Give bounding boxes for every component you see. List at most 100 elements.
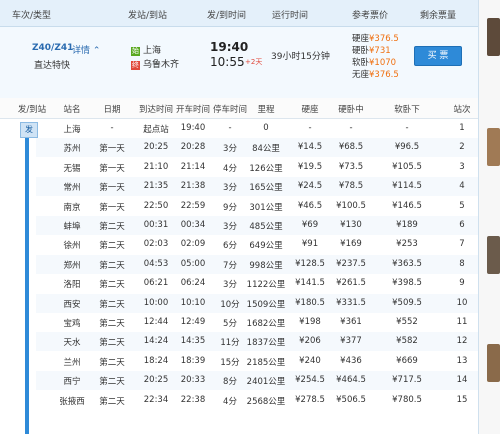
from-station: 始上海 [131,46,162,56]
stop-station: 常州 [63,183,81,194]
stop-distance: 1509公里 [246,299,286,310]
stop-soft-sleeper: ¥253 [396,239,418,250]
stop-soft-sleeper: ¥363.5 [392,258,422,269]
stop-day: 第一天 [99,144,125,155]
stop-depart: 14:35 [180,336,206,347]
stop-arrive: 22:50 [143,200,169,211]
thumbnail-image[interactable] [487,128,500,166]
arrive-time: 10:55 [210,55,245,69]
depart-time: 19:40 [210,40,249,54]
stop-hard-sleeper: ¥78.5 [338,181,364,192]
table-row: 宝鸡 第二天 12:44 12:49 5分 1682公里 ¥198 ¥361 ¥552 11 [36,313,478,332]
thumbnail-image[interactable] [487,236,500,274]
table-row: 蚌埠 第二天 00:31 00:34 3分 485公里 ¥69 ¥130 ¥189 6 [36,216,478,235]
stop-no: 11 [456,317,468,327]
table-row: 无锡 第一天 21:10 21:14 4分 126公里 ¥19.5 ¥73.5 ¥105.5 3 [36,158,478,177]
stop-no: 1 [459,123,465,133]
stop-arrive: 14:24 [143,336,169,347]
stop-day: 第二天 [99,377,125,388]
duration: 39小时15分钟 [271,52,330,62]
stop-depart: 12:49 [180,317,206,327]
table-row: 苏州 第一天 20:25 20:28 3分 84公里 ¥14.5 ¥68.5 ¥96.5 2 [36,138,478,158]
stop-depart: 20:33 [180,375,206,386]
stop-stop: 6分 [223,241,237,252]
stop-depart: 00:34 [180,220,206,230]
stop-stop: 9分 [223,202,237,213]
stop-depart: 10:10 [180,297,206,308]
stop-day: 第二天 [99,357,125,368]
end-tag-icon: 终 [131,61,140,70]
stop-arrive: 起点站 [143,125,169,135]
table-row: 洛阳 第二天 06:21 06:24 3分 1122公里 ¥141.5 ¥261.5 ¥398.… [36,274,478,293]
stop-depart: 21:38 [180,181,206,192]
th-distance: 里程 [257,105,275,115]
stop-arrive: 06:21 [143,278,169,289]
stop-hard-seat: ¥254.5 [295,375,325,386]
table-row: 上海 - 起点站 19:40 - 0 - - - 1 [36,119,478,138]
thumbnail-image[interactable] [487,344,500,382]
stop-no: 2 [459,142,465,153]
stop-no: 4 [459,181,465,192]
stop-arrive: 18:24 [143,355,169,366]
train-row: Z40/Z41 详情 ⌃ 直达特快 始上海 终乌鲁木齐 19:40 10:55 … [0,27,478,99]
stop-stop: 3分 [223,183,237,194]
col-train-type: 车次/类型 [12,11,52,21]
stop-stop: 8分 [223,377,237,388]
table-row: 徐州 第二天 02:03 02:09 6分 649公里 ¥91 ¥169 ¥253 7 [36,235,478,254]
stop-day: 第一天 [99,163,125,174]
stop-station: 宝鸡 [63,319,81,329]
stop-station: 洛阳 [63,280,81,291]
stop-day: 第二天 [99,396,125,407]
stop-no: 9 [459,278,465,289]
th-arrive: 到达时间 [138,105,174,115]
stop-hard-sleeper: ¥237.5 [336,258,366,269]
stop-hard-seat: ¥180.5 [295,297,325,308]
stop-depart: 22:38 [180,394,206,405]
stop-day: 第二天 [99,222,125,232]
stop-hard-sleeper: ¥464.5 [336,375,366,386]
stop-hard-seat: ¥198 [299,317,321,327]
stop-no: 12 [456,336,468,347]
stop-soft-sleeper: ¥105.5 [392,161,422,172]
stop-no: 14 [456,375,468,386]
fare-soft-sleeper: 软卧¥1070 [352,58,397,68]
stop-day: 第二天 [99,338,125,349]
stop-distance: 165公里 [249,183,283,194]
results-header: 车次/类型 发站/到站 发/到时间 运行时间 参考票价 剩余票量 [0,0,478,27]
stop-stop: 4分 [223,396,237,407]
stop-day: 第二天 [99,260,125,271]
stop-distance: 1122公里 [246,280,286,291]
th-from-to: 发/到站 [17,105,47,115]
th-day: 日期 [103,105,121,115]
stop-distance: 1682公里 [246,319,286,329]
stop-soft-sleeper: ¥780.5 [392,394,422,405]
stop-hard-sleeper: ¥506.5 [336,394,366,405]
stop-depart: 21:14 [180,161,206,172]
stop-station: 西宁 [63,377,81,388]
stop-hard-seat: ¥141.5 [295,278,325,289]
stop-depart: 18:39 [180,355,206,366]
buy-ticket-button[interactable]: 买 票 [414,46,462,66]
stop-arrive: 20:25 [143,142,169,153]
fare-no-seat: 无座¥376.5 [352,70,399,80]
stop-soft-sleeper: - [405,123,409,133]
stop-no: 6 [459,220,465,230]
stop-stop: 3分 [223,144,237,155]
th-stop: 停车时间 [212,105,248,115]
stop-depart: 19:40 [180,123,206,133]
stop-hard-seat: ¥69 [301,220,319,230]
stop-arrive: 22:34 [143,394,169,405]
stop-no: 7 [459,239,465,250]
stop-distance: 1837公里 [246,338,286,349]
stop-no: 3 [459,161,465,172]
train-code[interactable]: Z40/Z41 [32,43,73,53]
stop-soft-sleeper: ¥717.5 [392,375,422,386]
train-detail-link[interactable]: 详情 ⌃ [72,43,100,56]
stop-station: 徐州 [63,241,81,252]
stop-arrive: 21:35 [143,181,169,192]
stop-station: 无锡 [63,163,81,174]
col-fare: 参考票价 [352,11,389,21]
stop-distance: 301公里 [249,202,283,213]
stop-hard-sleeper: ¥261.5 [336,278,366,289]
thumbnail-image[interactable] [487,18,500,56]
